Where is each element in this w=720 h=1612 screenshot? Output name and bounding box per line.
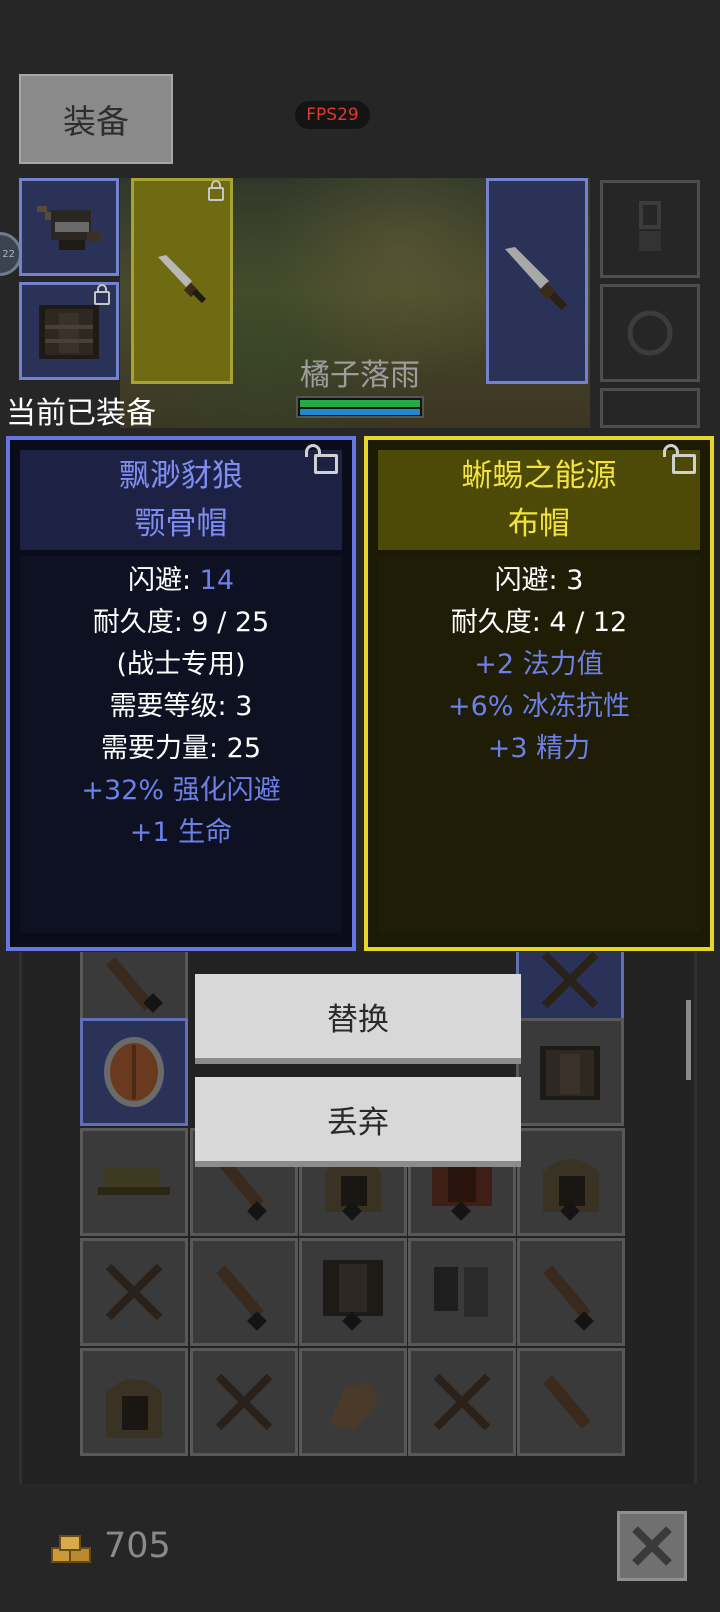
item-name-line1: 蜥蜴之能源 <box>461 458 617 494</box>
stat-durability: 耐久度: 4 / 12 <box>450 607 628 638</box>
club-icon <box>216 1265 267 1331</box>
unlock-icon[interactable] <box>663 444 696 474</box>
bonus-stat: +32% 强化闪避 <box>81 775 281 806</box>
health-mana-bar <box>296 396 424 418</box>
inventory-slot[interactable] <box>517 1348 625 1456</box>
item-name-line1: 飘渺豺狼 <box>119 458 243 494</box>
boots-icon <box>434 1267 488 1317</box>
horned-helmet-icon <box>37 206 101 250</box>
unlock-icon[interactable] <box>305 444 338 474</box>
equipped-item-stats: 闪避: 14 耐久度: 9 / 25 (战士专用) 需要等级: 3 需要力量: … <box>20 556 342 933</box>
bonus-stat: +6% 冰冻抗性 <box>447 691 631 722</box>
armor-icon <box>39 305 99 359</box>
stat-dodge: 闪避: 3 <box>494 565 584 596</box>
inventory-slot[interactable] <box>408 1348 516 1456</box>
ring-slot[interactable] <box>600 284 700 382</box>
crossed-swords-icon <box>433 1373 491 1431</box>
inventory-slot[interactable] <box>516 1018 624 1126</box>
bonus-stat: +3 精力 <box>487 733 591 764</box>
close-icon <box>632 1526 672 1566</box>
discard-button[interactable]: 丢弃 <box>195 1077 521 1167</box>
item-name-line2: 布帽 <box>508 506 570 542</box>
inventory-scrollbar[interactable] <box>686 1000 691 1080</box>
stat-class-restriction: (战士专用) <box>116 649 246 680</box>
inventory-slot[interactable] <box>190 1348 298 1456</box>
cap-icon <box>98 1167 170 1195</box>
club-icon <box>543 1265 594 1331</box>
gold-icon <box>48 1532 94 1568</box>
weapon-slot-new[interactable] <box>131 178 233 384</box>
close-button[interactable] <box>617 1511 687 1581</box>
inventory-slot[interactable] <box>408 1238 516 1346</box>
lock-icon <box>208 180 224 201</box>
fps-counter: FPS29 <box>295 101 370 129</box>
helmet-slot[interactable] <box>19 178 119 276</box>
armor-icon <box>323 1260 383 1331</box>
bonus-stat: +1 生命 <box>129 817 233 848</box>
new-item-title: 蜥蜴之能源 布帽 <box>378 450 700 550</box>
character-name: 橘子落雨 <box>300 358 420 393</box>
hood-icon <box>106 1379 162 1438</box>
gloves-icon <box>329 1382 379 1430</box>
inventory-slot[interactable] <box>80 1128 188 1236</box>
inventory-slot[interactable] <box>80 1018 188 1126</box>
equipment-tab-button[interactable]: 装备 <box>19 74 173 164</box>
inventory-slot[interactable] <box>80 1348 188 1456</box>
sword-icon <box>505 247 568 311</box>
offhand-slot[interactable] <box>486 178 588 384</box>
inventory-slot[interactable] <box>517 1128 625 1236</box>
inventory-slot[interactable] <box>80 1238 188 1346</box>
stat-required-level: 需要等级: 3 <box>109 691 253 722</box>
inventory-slot[interactable] <box>299 1238 407 1346</box>
amulet-icon <box>639 201 661 251</box>
armor-slot[interactable] <box>19 282 119 380</box>
stat-dodge: 闪避: 14 <box>127 565 235 596</box>
armor-icon <box>540 1046 600 1100</box>
gold-amount: 705 <box>104 1526 171 1566</box>
ring-icon <box>627 310 673 356</box>
round-shield-icon <box>104 1037 164 1107</box>
inventory-slot[interactable] <box>299 1348 407 1456</box>
mana-bar <box>300 409 420 415</box>
replace-button[interactable]: 替换 <box>195 974 521 1064</box>
stat-required-strength: 需要力量: 25 <box>100 733 262 764</box>
club-icon <box>543 1375 591 1429</box>
short-sword-icon <box>158 255 207 304</box>
inventory-slot[interactable] <box>190 1238 298 1346</box>
crossed-swords-icon <box>541 952 599 1009</box>
equipped-label: 当前已装备 <box>6 396 156 431</box>
item-name-line2: 颚骨帽 <box>134 506 228 542</box>
club-icon <box>106 957 163 1013</box>
new-item-stats: 闪避: 3 耐久度: 4 / 12 +2 法力值 +6% 冰冻抗性 +3 精力 <box>378 556 700 933</box>
bonus-stat: +2 法力值 <box>474 649 604 680</box>
inventory-slot[interactable] <box>517 1238 625 1346</box>
health-bar <box>300 400 420 407</box>
equipped-item-title: 飘渺豺狼 颚骨帽 <box>20 450 342 550</box>
hood-icon <box>543 1159 599 1221</box>
crossed-swords-icon <box>105 1263 163 1321</box>
boots-slot[interactable] <box>600 388 700 428</box>
amulet-slot[interactable] <box>600 180 700 278</box>
stat-durability: 耐久度: 9 / 25 <box>92 607 270 638</box>
crossed-swords-icon <box>215 1373 273 1431</box>
equipped-item-card: 飘渺豺狼 颚骨帽 闪避: 14 耐久度: 9 / 25 (战士专用) 需要等级:… <box>6 436 356 951</box>
lock-icon <box>94 284 110 305</box>
new-item-card: 蜥蜴之能源 布帽 闪避: 3 耐久度: 4 / 12 +2 法力值 +6% 冰冻… <box>364 436 714 951</box>
